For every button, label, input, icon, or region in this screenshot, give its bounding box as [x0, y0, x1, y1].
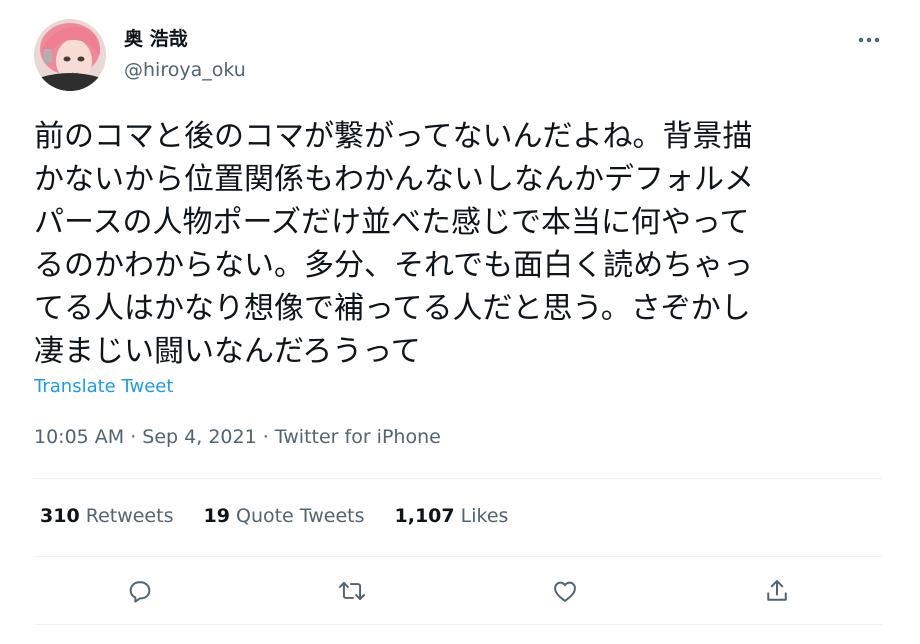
quote-tweets-count: 19 — [203, 505, 230, 527]
retweets-stat[interactable]: 310 Retweets — [40, 502, 173, 530]
divider — [34, 624, 882, 625]
like-icon[interactable] — [548, 574, 582, 608]
tweet-text: 前のコマと後のコマが繋がってないんだよね。背景描 かないから位置関係もわかんない… — [34, 119, 754, 369]
translate-tweet-link[interactable]: Translate Tweet — [34, 375, 173, 399]
action-bar — [0, 570, 920, 614]
retweets-label: Retweets — [85, 505, 174, 527]
share-icon[interactable] — [760, 574, 794, 608]
likes-label: Likes — [460, 505, 509, 527]
retweets-count: 310 — [40, 505, 80, 527]
display-name[interactable]: 奥 浩哉 — [124, 27, 188, 51]
likes-count: 1,107 — [394, 505, 455, 527]
quote-tweets-label: Quote Tweets — [235, 505, 365, 527]
user-handle[interactable]: @hiroya_oku — [124, 58, 246, 82]
reply-icon[interactable] — [123, 574, 157, 608]
retweet-icon[interactable] — [335, 574, 369, 608]
tweet-card: 奥 浩哉 @hiroya_oku 前のコマと後のコマが繋がってないんだよね。背景… — [0, 0, 920, 644]
likes-stat[interactable]: 1,107 Likes — [395, 502, 509, 530]
tweet-stats: 310 Retweets 19 Quote Tweets 1,107 Likes — [40, 502, 538, 530]
divider — [34, 556, 882, 557]
avatar[interactable] — [34, 19, 106, 91]
quote-tweets-stat[interactable]: 19 Quote Tweets — [203, 502, 364, 530]
divider — [34, 478, 882, 479]
more-icon[interactable] — [855, 28, 883, 52]
tweet-timestamp[interactable]: 10:05 AM · Sep 4, 2021 · Twitter for iPh… — [34, 424, 441, 450]
avatar-image — [34, 19, 106, 91]
